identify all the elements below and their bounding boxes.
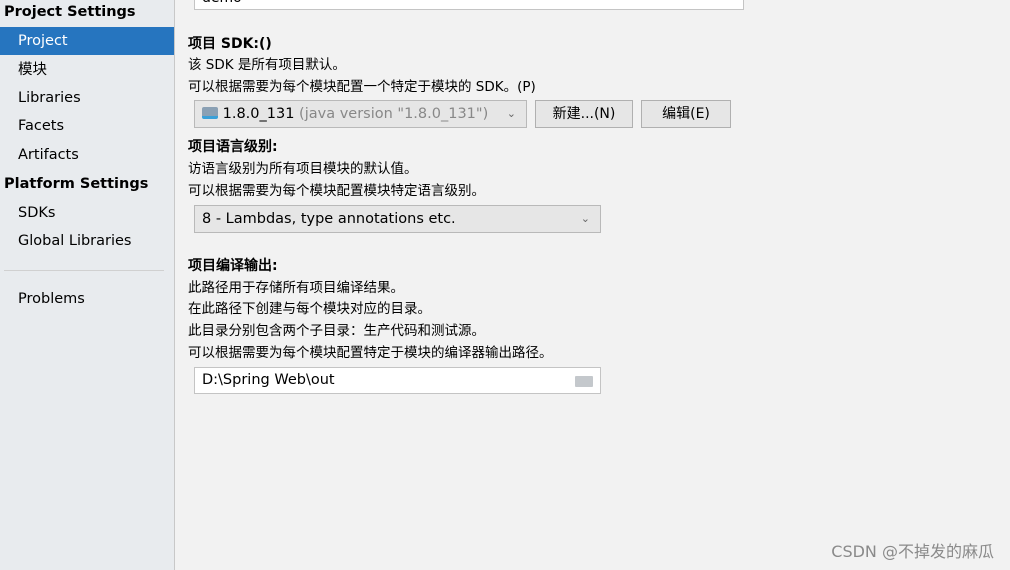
sdk-detail: (java version "1.8.0_131") — [299, 106, 489, 122]
sdk-desc-1: 该 SDK 是所有项目默认。 — [188, 57, 346, 73]
sdk-title: 项目 SDK:() — [188, 36, 272, 52]
project-name-value: demo — [202, 0, 242, 6]
sdk-desc-2: 可以根据需要为每个模块配置一个特定于模块的 SDK。(P) — [188, 79, 536, 95]
sidebar-item-global-libraries[interactable]: Global Libraries — [0, 227, 174, 255]
output-desc-1: 此路径用于存储所有项目编译结果。 — [188, 280, 404, 296]
language-desc-2: 可以根据需要为每个模块配置模块特定语言级别。 — [188, 183, 485, 199]
language-desc-1: 访语言级别为所有项目模块的默认值。 — [188, 161, 418, 177]
platform-settings-header: Platform Settings — [4, 176, 149, 192]
output-desc-2: 在此路径下创建与每个模块对应的目录。 — [188, 301, 431, 317]
sdk-version: 1.8.0_131 — [222, 106, 295, 122]
sidebar-item-libraries[interactable]: Libraries — [0, 84, 174, 112]
sidebar-item-facets[interactable]: Facets — [0, 112, 174, 140]
chevron-down-icon: ⌄ — [506, 107, 516, 120]
output-path-input[interactable]: D:\Spring Web\out — [194, 367, 601, 394]
edit-sdk-button[interactable]: 编辑(E) — [641, 100, 731, 128]
divider — [4, 270, 164, 271]
sidebar-item-sdks[interactable]: SDKs — [0, 199, 174, 227]
language-level-dropdown[interactable]: 8 - Lambdas, type annotations etc. ⌄ — [194, 205, 601, 233]
sidebar-item-modules[interactable]: 模块 — [0, 56, 174, 84]
project-name-input[interactable]: demo — [194, 0, 744, 10]
new-sdk-button[interactable]: 新建...(N) — [535, 100, 633, 128]
sidebar-item-problems[interactable]: Problems — [0, 285, 174, 313]
output-desc-4: 可以根据需要为每个模块配置特定于模块的编译器输出路径。 — [188, 345, 553, 361]
project-settings-header: Project Settings — [4, 4, 136, 20]
output-desc-3: 此目录分别包含两个子目录：生产代码和测试源。 — [188, 323, 485, 339]
sidebar: Project Settings Project 模块 Libraries Fa… — [0, 0, 175, 570]
sdk-dropdown[interactable]: 1.8.0_131 (java version "1.8.0_131") ⌄ — [194, 100, 527, 128]
output-title: 项目编译输出: — [188, 258, 278, 274]
folder-open-icon[interactable] — [575, 376, 593, 387]
chevron-down-icon: ⌄ — [580, 212, 590, 225]
output-path-value: D:\Spring Web\out — [202, 372, 335, 388]
language-title: 项目语言级别: — [188, 139, 278, 155]
sidebar-item-project[interactable]: Project — [0, 27, 174, 55]
folder-java-icon — [202, 107, 218, 119]
sidebar-item-artifacts[interactable]: Artifacts — [0, 141, 174, 169]
language-level-value: 8 - Lambdas, type annotations etc. — [202, 211, 456, 227]
watermark: CSDN @不掉发的麻瓜 — [831, 542, 994, 561]
